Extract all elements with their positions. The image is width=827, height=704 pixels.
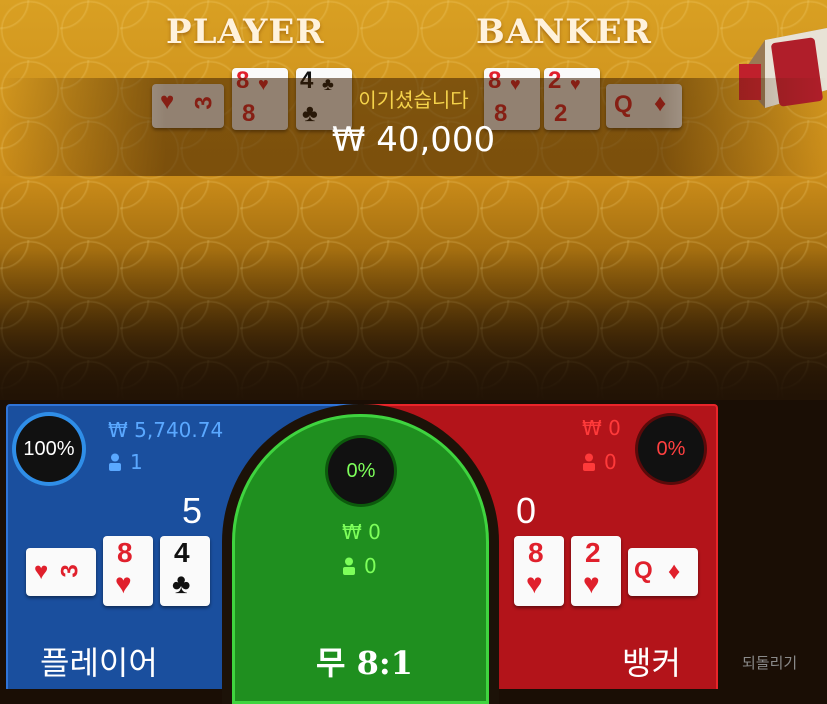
player-bettors-count: 1 (130, 450, 143, 474)
tie-percent-gauge: 0% (328, 438, 394, 504)
tie-label: 무 8:1 (316, 644, 413, 682)
banker-card-1: 8 ♥ (514, 536, 564, 606)
tie-percent-value: 0% (346, 459, 376, 482)
banker-label: 뱅커 (622, 644, 681, 682)
tie-total-bet: ₩ 0 (342, 520, 381, 544)
player-card-1: ♥ 3 (26, 548, 96, 596)
player-card-3: 4 ♣ (160, 536, 210, 606)
win-amount: ₩ 40,000 (331, 120, 496, 160)
player-bettors-row: 1 (108, 450, 143, 474)
player-total-bet: ₩ 5,740.74 (108, 418, 224, 442)
banker-card-3: Q ♦ (628, 548, 698, 596)
tie-bettors-row: 0 (342, 554, 377, 578)
player-label: 플레이어 (40, 644, 158, 682)
banker-bettors-row: 0 (582, 450, 617, 474)
table-shadow (0, 250, 827, 400)
banker-zone-title: BANKER (476, 12, 652, 52)
player-zone-title: PLAYER (166, 12, 325, 52)
banker-percent-gauge: 0% (638, 416, 704, 482)
person-icon (583, 453, 595, 471)
player-card-2: 8 ♥ (103, 536, 153, 606)
win-message: 이기셨습니다 (358, 88, 469, 112)
undo-button[interactable]: 되돌리기 (742, 652, 797, 673)
banker-card-2: 2 ♥ (571, 536, 621, 606)
player-score: 5 (182, 490, 203, 531)
banker-score: 0 (516, 490, 537, 531)
person-icon (343, 557, 355, 575)
player-percent-gauge: 100% (16, 416, 82, 482)
banker-percent-value: 0% (656, 437, 686, 460)
banker-bettors-count: 0 (604, 450, 617, 474)
person-icon (109, 453, 121, 471)
player-percent-value: 100% (23, 437, 75, 460)
banker-total-bet: ₩ 0 (582, 416, 621, 440)
tie-bettors-count: 0 (364, 554, 377, 578)
